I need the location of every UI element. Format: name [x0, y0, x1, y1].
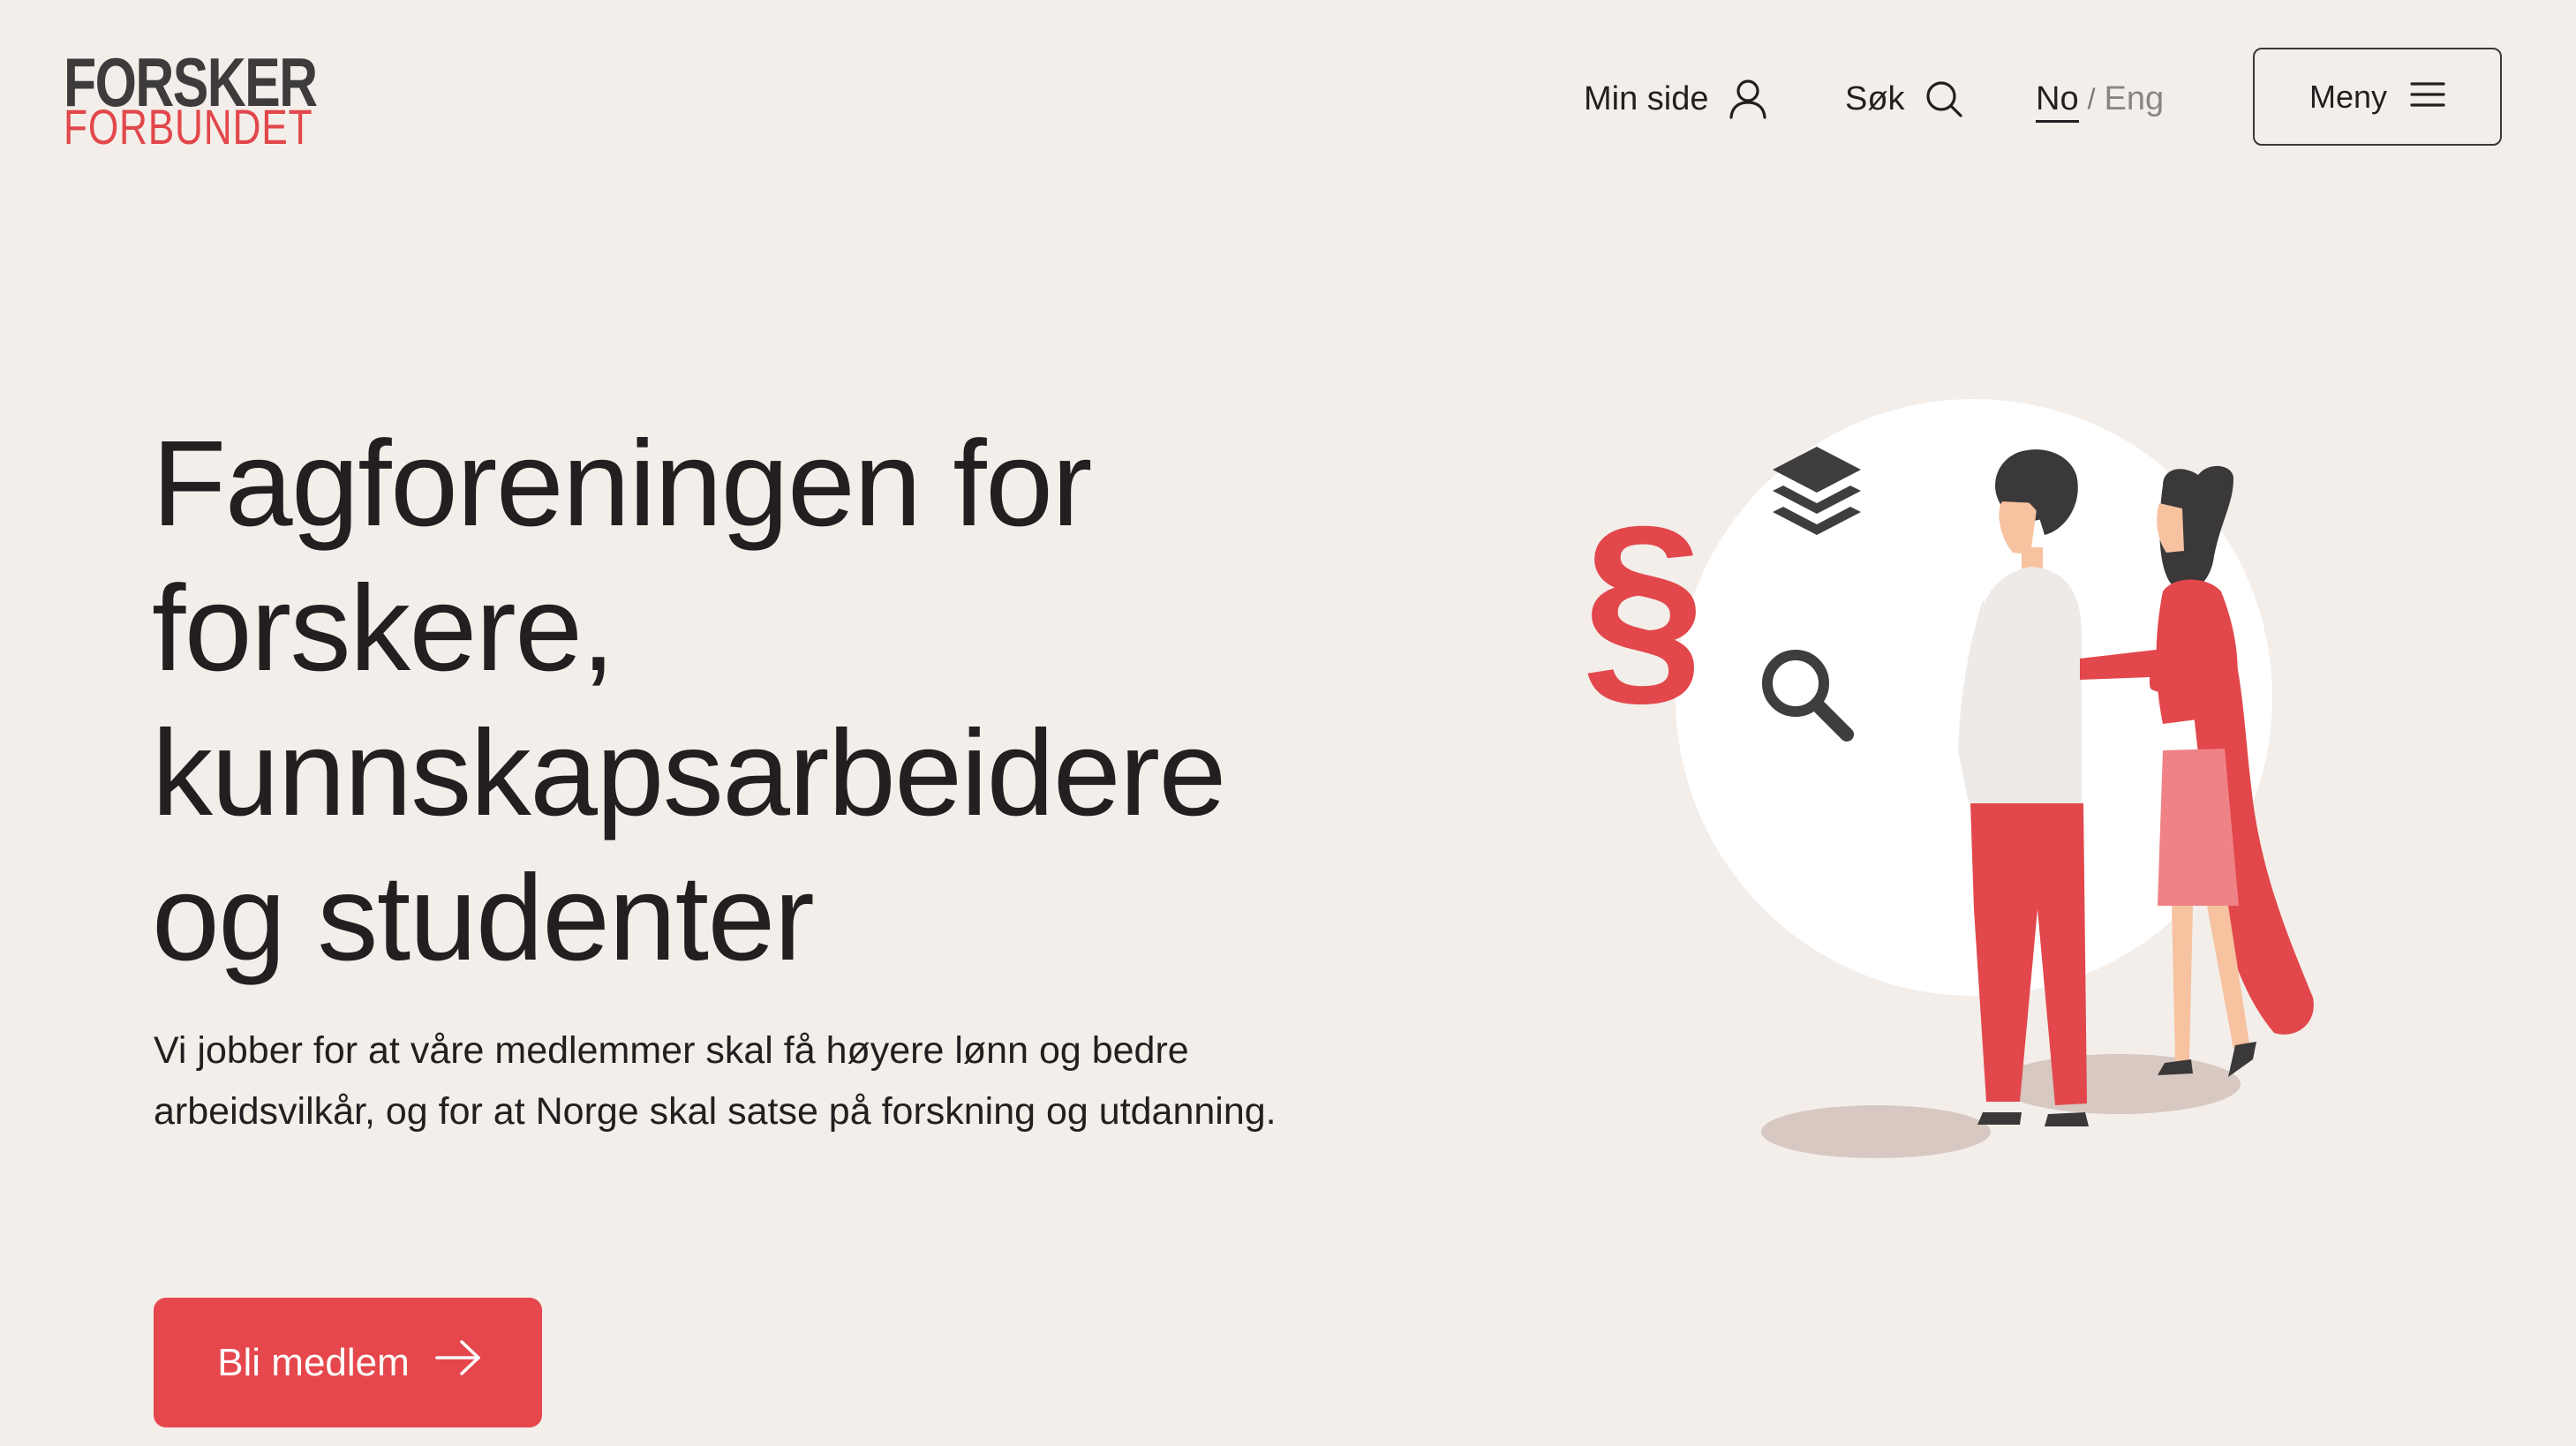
my-page-label: Min side — [1584, 79, 1709, 117]
menu-label: Meny — [2309, 78, 2388, 115]
hero-lead: Vi jobber for at våre medlemmer skal få … — [154, 1029, 1277, 1133]
ground-shadow-right — [1997, 1054, 2241, 1114]
language-english[interactable]: Eng — [2104, 80, 2164, 118]
language-switcher: No / Eng — [2036, 76, 2164, 123]
paragraph-icon: § — [1582, 480, 1705, 727]
forskerforbundet-logo[interactable]: FORSKER FORBUNDET — [64, 48, 318, 154]
search-link[interactable]: Søk — [1845, 76, 1963, 122]
search-label: Søk — [1845, 79, 1905, 117]
user-icon — [1729, 79, 1767, 119]
hamburger-icon — [2410, 79, 2445, 116]
hero-illustration: § — [1554, 380, 2384, 1174]
search-icon — [1924, 79, 1963, 118]
arrow-right-icon — [434, 1338, 482, 1387]
my-page-link[interactable]: Min side — [1584, 76, 1767, 122]
ground-shadow-left — [1761, 1105, 1991, 1158]
people-illustration: § — [1582, 399, 2314, 1158]
language-separator: / — [2087, 82, 2096, 115]
become-member-button[interactable]: Bli medlem — [154, 1298, 542, 1427]
logo-bottom-text: FORBUNDET — [64, 99, 313, 154]
become-member-label: Bli medlem — [217, 1340, 410, 1384]
hero-title: Fagforeningen for forskere, kunnskapsarb… — [152, 416, 1226, 986]
menu-button[interactable]: Meny — [2253, 48, 2502, 146]
language-norwegian[interactable]: No — [2036, 80, 2079, 123]
